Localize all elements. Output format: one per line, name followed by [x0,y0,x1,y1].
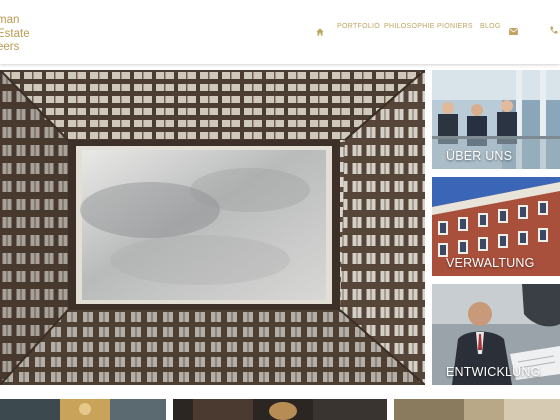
bottom-photo-1 [0,399,166,420]
tile-label-ueber-uns: ÜBER UNS [446,149,513,163]
bottom-tile-1[interactable] [0,399,166,420]
nav-item-blog[interactable]: BLOG [480,23,501,30]
courtyard-photo [0,70,425,385]
bottom-photo-2 [173,399,387,420]
nav-item-portfolio[interactable]: PORTFOLIO [337,23,380,30]
phone-icon[interactable] [549,26,558,35]
site-header: man Estate eers PORTFOLIO PHILOSOPHIE PI… [0,0,560,64]
logo-line-3: eers [0,41,20,53]
company-logo[interactable]: man Estate eers [0,14,30,55]
nav-item-pioniers[interactable]: PIONIERS [437,23,473,30]
bottom-tile-3[interactable] [394,399,560,420]
hero-courtyard-image[interactable] [0,70,425,385]
bottom-photo-3 [394,399,560,420]
home-icon[interactable] [316,28,324,36]
tile-label-verwaltung: VERWALTUNG [446,256,535,270]
tile-entwicklung[interactable]: ENTWICKLUNG [432,284,560,385]
logo-line-2: Estate [0,27,30,40]
envelope-icon[interactable] [509,28,518,35]
tile-label-entwicklung: ENTWICKLUNG [446,365,541,379]
bottom-tile-2[interactable] [173,399,387,420]
tile-ueber-uns[interactable]: ÜBER UNS [432,70,560,169]
nav-item-philosophie[interactable]: PHILOSOPHIE [384,23,435,30]
tile-verwaltung[interactable]: VERWALTUNG [432,177,560,276]
logo-line-1: man [0,14,20,26]
